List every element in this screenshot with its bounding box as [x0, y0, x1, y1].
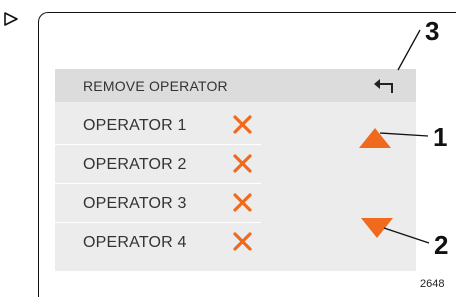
callout-number-2: 2 — [434, 230, 449, 260]
title-bar: REMOVE OPERATOR — [55, 69, 416, 102]
figure-id: 2648 — [420, 278, 445, 290]
triangle-bullet-icon — [4, 12, 18, 26]
callout-number-1: 1 — [433, 122, 448, 152]
arrow-up-icon[interactable] — [358, 127, 392, 149]
operator-row: OPERATOR 1 — [55, 106, 261, 145]
back-arrow-icon[interactable] — [371, 76, 397, 96]
operator-list: OPERATOR 1 OPERATOR 2 OPERATOR 3 OPERATO… — [55, 106, 261, 262]
remove-x-icon[interactable] — [232, 153, 253, 174]
operator-row: OPERATOR 3 — [55, 184, 261, 223]
operator-label: OPERATOR 4 — [83, 234, 187, 251]
screen-title: REMOVE OPERATOR — [83, 78, 228, 94]
operator-label: OPERATOR 2 — [83, 156, 187, 173]
operator-row: OPERATOR 4 — [55, 223, 261, 262]
operator-row: OPERATOR 2 — [55, 145, 261, 184]
callout-number-3: 3 — [425, 16, 440, 46]
remove-x-icon[interactable] — [232, 231, 253, 252]
display-screen: REMOVE OPERATOR OPERATOR 1 OPERATOR 2 OP… — [55, 69, 416, 271]
remove-x-icon[interactable] — [232, 192, 253, 213]
operator-label: OPERATOR 3 — [83, 195, 187, 212]
remove-x-icon[interactable] — [232, 114, 253, 135]
arrow-down-icon[interactable] — [360, 217, 394, 239]
operator-label: OPERATOR 1 — [83, 117, 187, 134]
manual-figure: REMOVE OPERATOR OPERATOR 1 OPERATOR 2 OP… — [0, 0, 458, 297]
